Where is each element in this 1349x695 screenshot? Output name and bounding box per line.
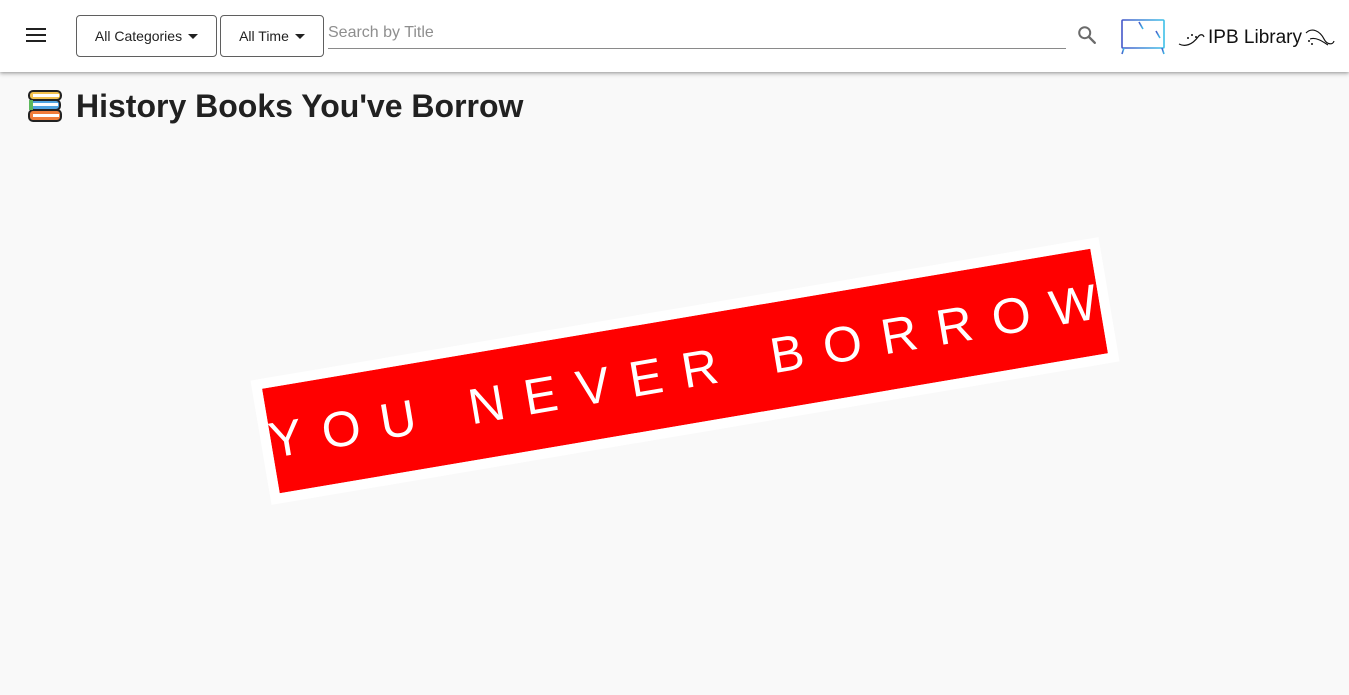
search-input[interactable] [328,18,1066,48]
never-borrowed-stamp: YOU NEVER BORROW [251,225,1121,517]
stacked-books-icon [28,89,62,122]
swirl-ornament-icon [1305,29,1335,46]
stamp-text: YOU NEVER BORROW [264,270,1122,469]
hamburger-menu-icon [26,28,46,42]
caret-down-icon [188,33,199,39]
time-filter-dropdown[interactable]: All Time [220,15,324,57]
brand-link[interactable]: IPB Library [1176,22,1336,54]
app-bar: All Categories All Time Search by Title … [0,0,1349,72]
category-filter-label: All Categories [94,28,183,44]
search-field [328,18,1066,49]
swirl-ornament-icon [1178,34,1205,46]
bookshelf-logo-icon[interactable] [1118,14,1168,56]
brand-title: IPB Library [1208,27,1302,48]
empty-state: YOU NEVER BORROW [251,225,1121,517]
time-filter-label: All Time [239,28,289,44]
category-filter-dropdown[interactable]: All Categories [76,15,217,57]
search-button[interactable] [1072,20,1102,50]
magnifier-icon [1078,26,1096,44]
caret-down-icon [294,33,305,39]
menu-button[interactable] [16,15,56,55]
page-heading: History Books You've Borrow [26,88,523,125]
page-title: History Books You've Borrow [76,88,524,124]
